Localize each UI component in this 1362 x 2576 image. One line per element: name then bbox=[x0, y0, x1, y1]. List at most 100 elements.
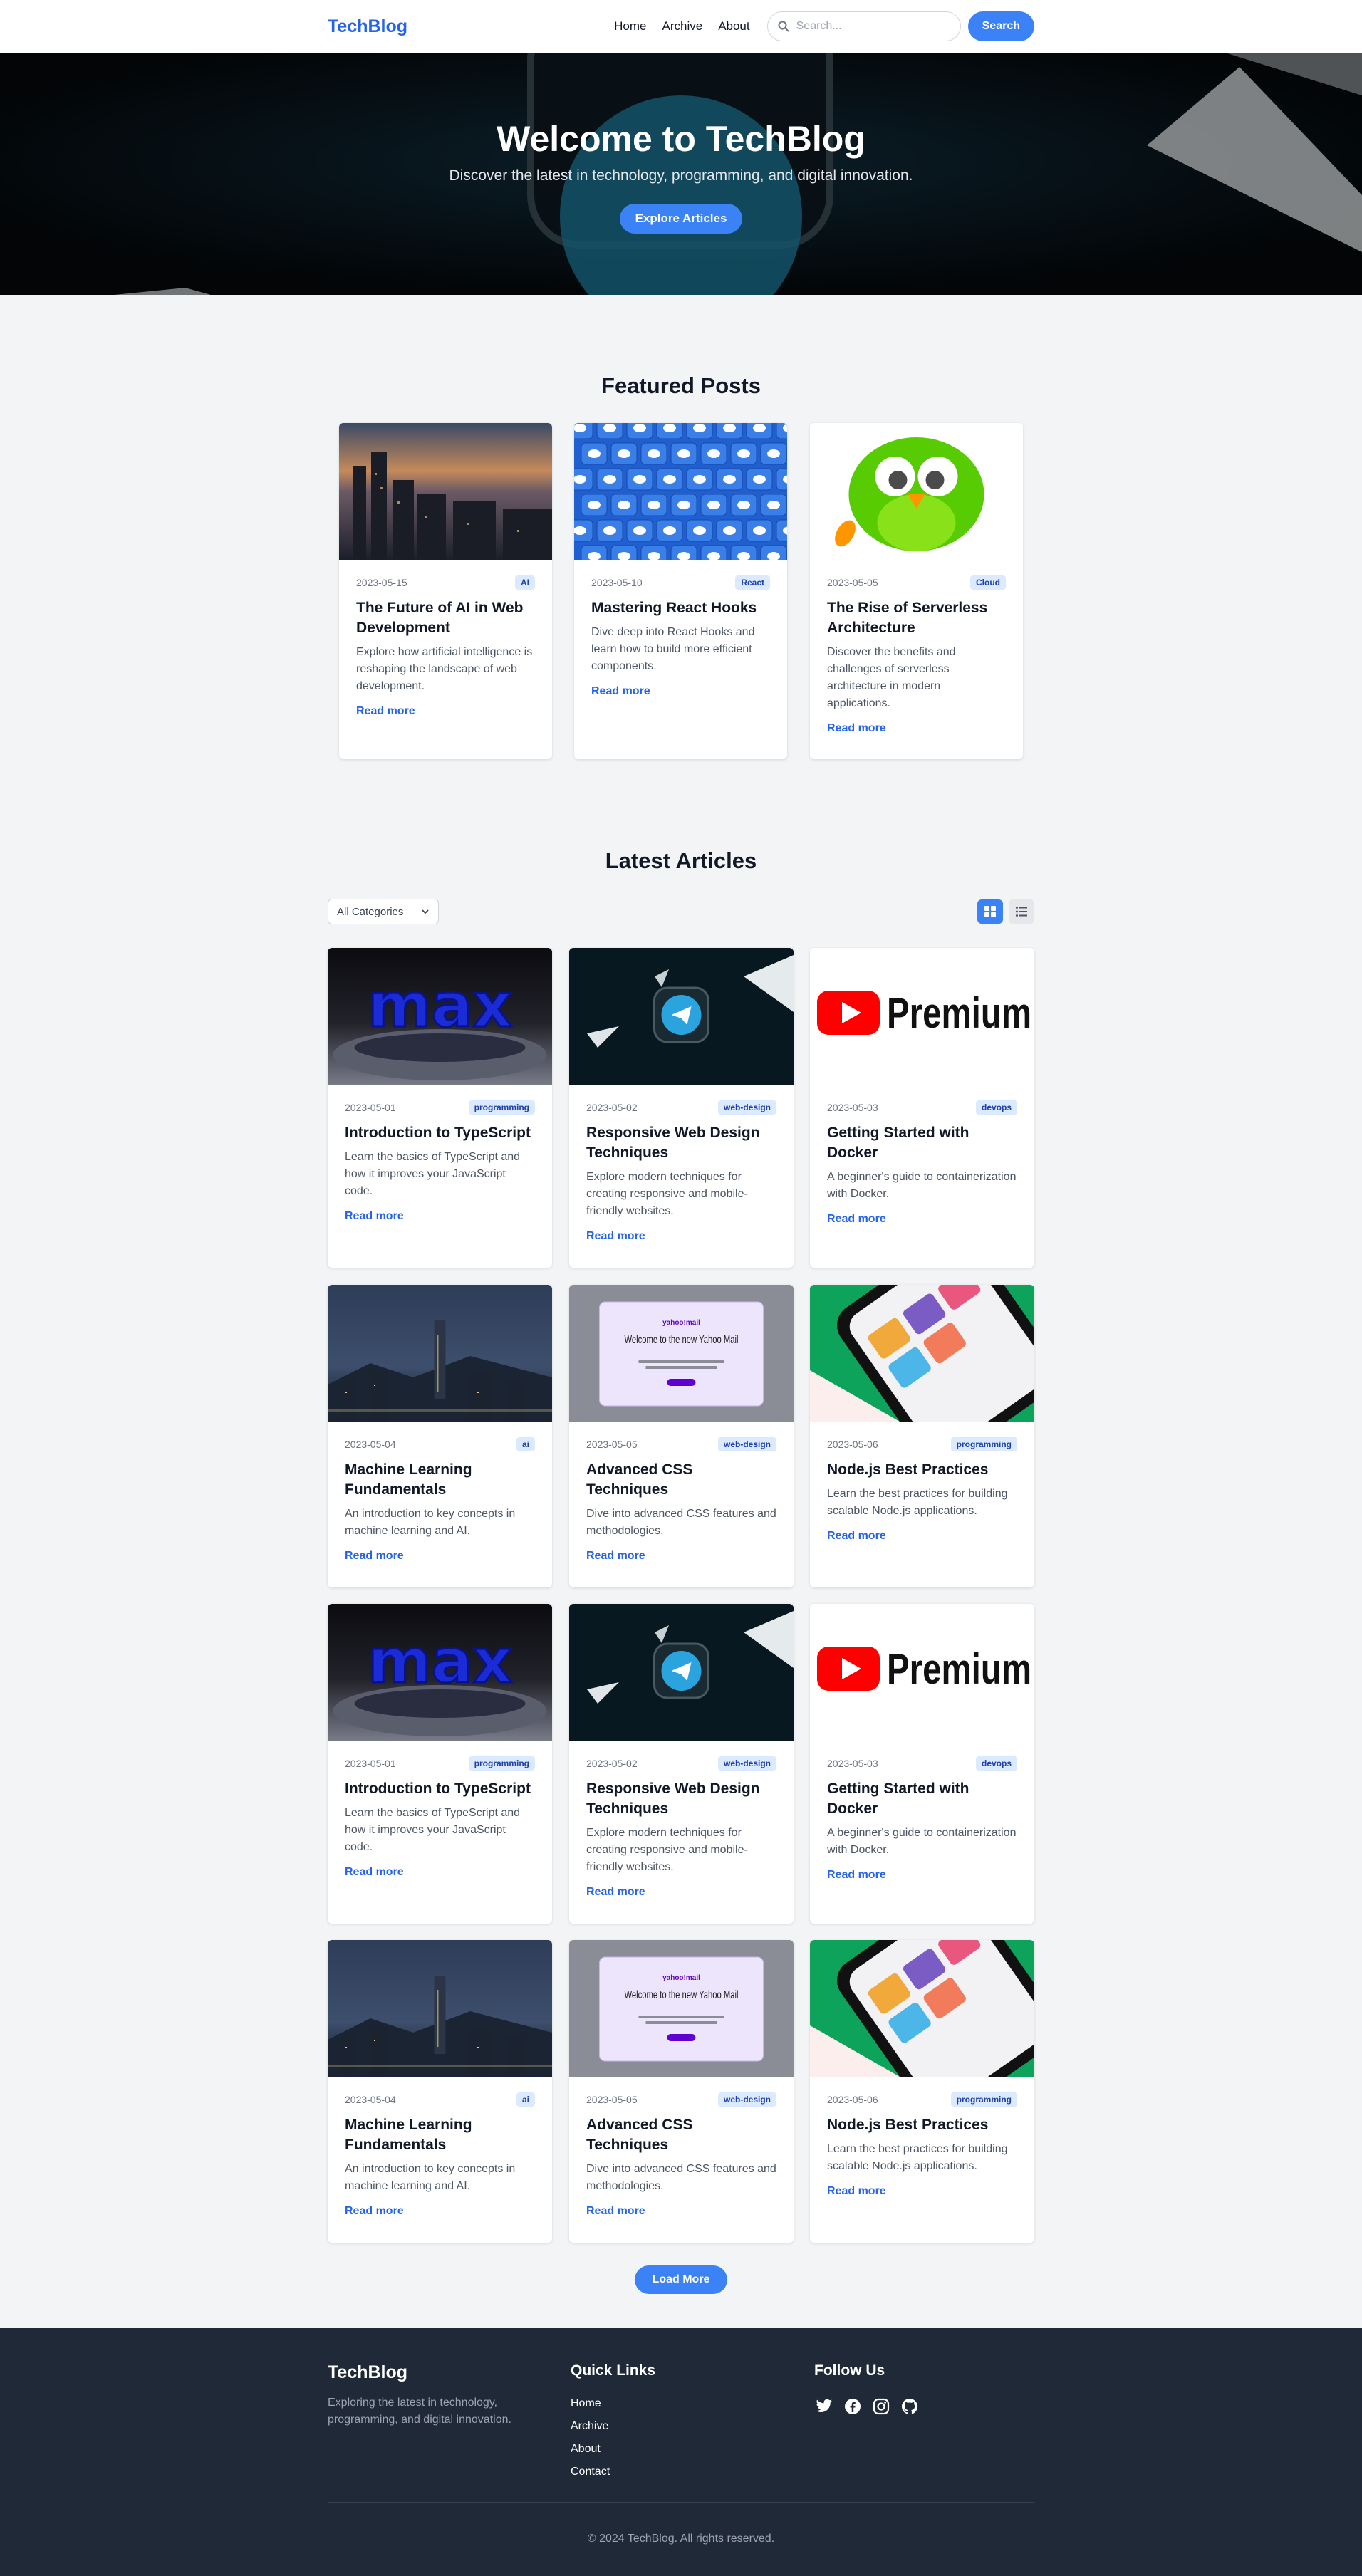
read-more-link[interactable]: Read more bbox=[827, 2185, 886, 2198]
post-title[interactable]: The Future of AI in Web Development bbox=[356, 598, 535, 638]
post-title[interactable]: Responsive Web Design Techniques bbox=[586, 1779, 776, 1819]
article-card[interactable]: 2023-05-02 web-design Responsive Web Desig… bbox=[569, 1604, 794, 1924]
twitter-icon[interactable] bbox=[814, 2397, 834, 2416]
post-title[interactable]: Machine Learning Fundamentals bbox=[345, 2115, 535, 2155]
city-sunset-image[interactable] bbox=[339, 423, 552, 560]
max-logo-image[interactable]: max bbox=[328, 948, 552, 1085]
city-night-image[interactable] bbox=[328, 1285, 552, 1422]
read-more-link[interactable]: Read more bbox=[586, 2205, 645, 2218]
article-card[interactable]: max 2023-05-01 programming Introduction to … bbox=[328, 948, 552, 1268]
post-title[interactable]: Responsive Web Design Techniques bbox=[586, 1123, 776, 1163]
category-tag[interactable]: Cloud bbox=[970, 575, 1006, 590]
article-card[interactable]: 2023-05-06 programming Node.js Best Practi… bbox=[810, 1285, 1034, 1587]
yahoo-mail-image[interactable]: yahoo!mail Welcome to the new Yahoo Mail bbox=[569, 1940, 794, 2077]
article-card[interactable]: max 2023-05-01 programming Introduction to … bbox=[328, 1604, 552, 1924]
featured-post-card[interactable]: 2023-05-15 AI The Future of AI in Web Deve… bbox=[339, 423, 552, 759]
grid-view-button[interactable] bbox=[977, 899, 1003, 924]
phone-app-image[interactable] bbox=[810, 1940, 1034, 2077]
post-excerpt: Dive deep into React Hooks and learn how… bbox=[591, 626, 755, 672]
article-card[interactable]: Premium 2023-05-03 devops Getting Started w… bbox=[810, 948, 1034, 1268]
category-tag[interactable]: web-design bbox=[717, 1100, 776, 1115]
featured-post-card[interactable]: 2023-05-10 React Mastering React Hooks Dive… bbox=[574, 423, 787, 759]
instagram-icon[interactable] bbox=[871, 2397, 891, 2416]
category-tag[interactable]: programming bbox=[950, 2092, 1017, 2107]
footer-quick-links: Quick Links Home Archive About Contact bbox=[571, 2362, 655, 2483]
post-title[interactable]: The Rise of Serverless Architecture bbox=[827, 598, 1006, 638]
article-card[interactable]: yahoo!mail Welcome to the new Yahoo Mail 2… bbox=[569, 1285, 794, 1587]
telegram-image[interactable] bbox=[569, 948, 794, 1085]
read-more-link[interactable]: Read more bbox=[345, 2205, 404, 2218]
read-more-link[interactable]: Read more bbox=[827, 722, 886, 735]
read-more-link[interactable]: Read more bbox=[586, 1550, 645, 1563]
footer-link-archive[interactable]: Archive bbox=[571, 2415, 655, 2438]
nav-link-archive[interactable]: Archive bbox=[662, 19, 703, 33]
category-tag[interactable]: React bbox=[735, 575, 770, 590]
article-card[interactable]: 2023-05-04 ai Machine Learning Fundamental… bbox=[328, 1940, 552, 2243]
twitter-pattern-image[interactable] bbox=[574, 423, 787, 560]
category-tag[interactable]: programming bbox=[950, 1437, 1017, 1451]
post-title[interactable]: Introduction to TypeScript bbox=[345, 1779, 535, 1799]
category-tag[interactable]: web-design bbox=[717, 1437, 776, 1451]
site-logo[interactable]: TechBlog bbox=[328, 16, 407, 37]
read-more-link[interactable]: Read more bbox=[591, 685, 650, 698]
footer-link-contact[interactable]: Contact bbox=[571, 2461, 655, 2483]
post-excerpt: Learn the basics of TypeScript and how i… bbox=[345, 1151, 521, 1197]
read-more-link[interactable]: Read more bbox=[586, 1886, 645, 1899]
read-more-link[interactable]: Read more bbox=[827, 1213, 886, 1226]
read-more-link[interactable]: Read more bbox=[345, 1866, 404, 1879]
explore-articles-button[interactable]: Explore Articles bbox=[620, 204, 742, 234]
category-tag[interactable]: ai bbox=[516, 2092, 535, 2107]
youtube-premium-image[interactable]: Premium bbox=[810, 1604, 1034, 1741]
category-tag[interactable]: programming bbox=[468, 1756, 535, 1771]
yahoo-mail-image[interactable]: yahoo!mail Welcome to the new Yahoo Mail bbox=[569, 1285, 794, 1422]
post-title[interactable]: Machine Learning Fundamentals bbox=[345, 1460, 535, 1500]
category-tag[interactable]: AI bbox=[515, 575, 535, 590]
youtube-premium-image[interactable]: Premium bbox=[810, 948, 1034, 1085]
category-tag[interactable]: devops bbox=[975, 1100, 1017, 1115]
search-input[interactable] bbox=[796, 20, 939, 33]
hero-banner: Welcome to TechBlog Discover the latest … bbox=[0, 53, 1362, 295]
article-card[interactable]: Premium 2023-05-03 devops Getting Started w… bbox=[810, 1604, 1034, 1924]
read-more-link[interactable]: Read more bbox=[356, 705, 415, 718]
article-card[interactable]: 2023-05-04 ai Machine Learning Fundamental… bbox=[328, 1285, 552, 1587]
article-card[interactable]: 2023-05-02 web-design Responsive Web Desig… bbox=[569, 948, 794, 1268]
max-logo-image[interactable]: max bbox=[328, 1604, 552, 1741]
list-view-button[interactable] bbox=[1009, 899, 1034, 924]
post-title[interactable]: Getting Started with Docker bbox=[827, 1123, 1017, 1163]
post-date: 2023-05-06 bbox=[827, 1439, 878, 1450]
telegram-image[interactable] bbox=[569, 1604, 794, 1741]
footer-link-about[interactable]: About bbox=[571, 2438, 655, 2461]
post-title[interactable]: Advanced CSS Techniques bbox=[586, 1460, 776, 1500]
post-title[interactable]: Introduction to TypeScript bbox=[345, 1123, 535, 1143]
duolingo-owl-image[interactable] bbox=[810, 423, 1023, 560]
post-title[interactable]: Node.js Best Practices bbox=[827, 1460, 1017, 1480]
post-title[interactable]: Getting Started with Docker bbox=[827, 1779, 1017, 1819]
article-card[interactable]: 2023-05-06 programming Node.js Best Practi… bbox=[810, 1940, 1034, 2243]
post-title[interactable]: Advanced CSS Techniques bbox=[586, 2115, 776, 2155]
category-tag[interactable]: ai bbox=[516, 1437, 535, 1451]
nav-link-about[interactable]: About bbox=[718, 19, 749, 33]
nav-link-home[interactable]: Home bbox=[614, 19, 646, 33]
category-tag[interactable]: web-design bbox=[717, 1756, 776, 1771]
github-icon[interactable] bbox=[900, 2397, 920, 2416]
read-more-link[interactable]: Read more bbox=[345, 1550, 404, 1563]
category-filter-select[interactable]: All Categories bbox=[328, 899, 439, 924]
read-more-link[interactable]: Read more bbox=[345, 1210, 404, 1223]
featured-post-card[interactable]: 2023-05-05 Cloud The Rise of Serverless Ar… bbox=[810, 423, 1023, 759]
post-title[interactable]: Node.js Best Practices bbox=[827, 2115, 1017, 2135]
facebook-icon[interactable] bbox=[843, 2397, 863, 2416]
post-excerpt: An introduction to key concepts in machi… bbox=[345, 1508, 516, 1537]
category-tag[interactable]: web-design bbox=[717, 2092, 776, 2107]
post-title[interactable]: Mastering React Hooks bbox=[591, 598, 770, 618]
read-more-link[interactable]: Read more bbox=[827, 1869, 886, 1882]
footer-link-home[interactable]: Home bbox=[571, 2392, 655, 2415]
load-more-button[interactable]: Load More bbox=[635, 2265, 727, 2294]
read-more-link[interactable]: Read more bbox=[586, 1230, 645, 1243]
phone-app-image[interactable] bbox=[810, 1285, 1034, 1422]
search-button[interactable]: Search bbox=[967, 11, 1034, 41]
article-card[interactable]: yahoo!mail Welcome to the new Yahoo Mail 2… bbox=[569, 1940, 794, 2243]
category-tag[interactable]: devops bbox=[975, 1756, 1017, 1771]
category-tag[interactable]: programming bbox=[468, 1100, 535, 1115]
city-night-image[interactable] bbox=[328, 1940, 552, 2077]
read-more-link[interactable]: Read more bbox=[827, 1530, 886, 1543]
